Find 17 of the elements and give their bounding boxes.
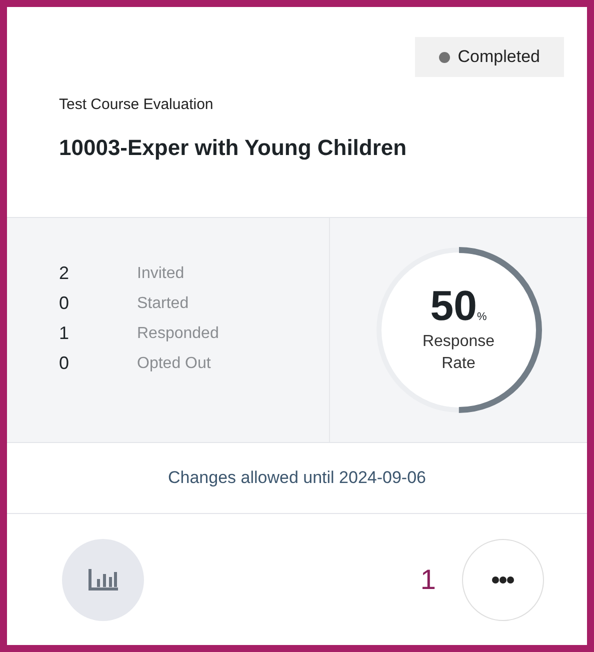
changes-deadline: Changes allowed until 2024-09-06	[168, 467, 426, 490]
status-label: Completed	[458, 46, 540, 68]
stat-label: Invited	[137, 264, 186, 284]
survey-category: Test Course Evaluation	[59, 95, 214, 115]
stat-value: 2	[59, 262, 70, 284]
stat-value: 1	[59, 322, 70, 344]
bar-chart-icon	[88, 568, 118, 590]
response-rate-label: Response Rate	[421, 332, 496, 374]
stat-value: 0	[59, 292, 70, 314]
more-icon	[492, 576, 514, 584]
stat-label: Started	[137, 294, 190, 314]
course-title: 10003-Exper with Young Children	[59, 134, 408, 162]
stat-label: Responded	[137, 324, 219, 344]
count-label: 1	[420, 562, 436, 596]
stat-value: 0	[59, 352, 70, 374]
response-rate-value: 50%	[430, 285, 487, 327]
stat-label: Opted Out	[137, 354, 212, 374]
